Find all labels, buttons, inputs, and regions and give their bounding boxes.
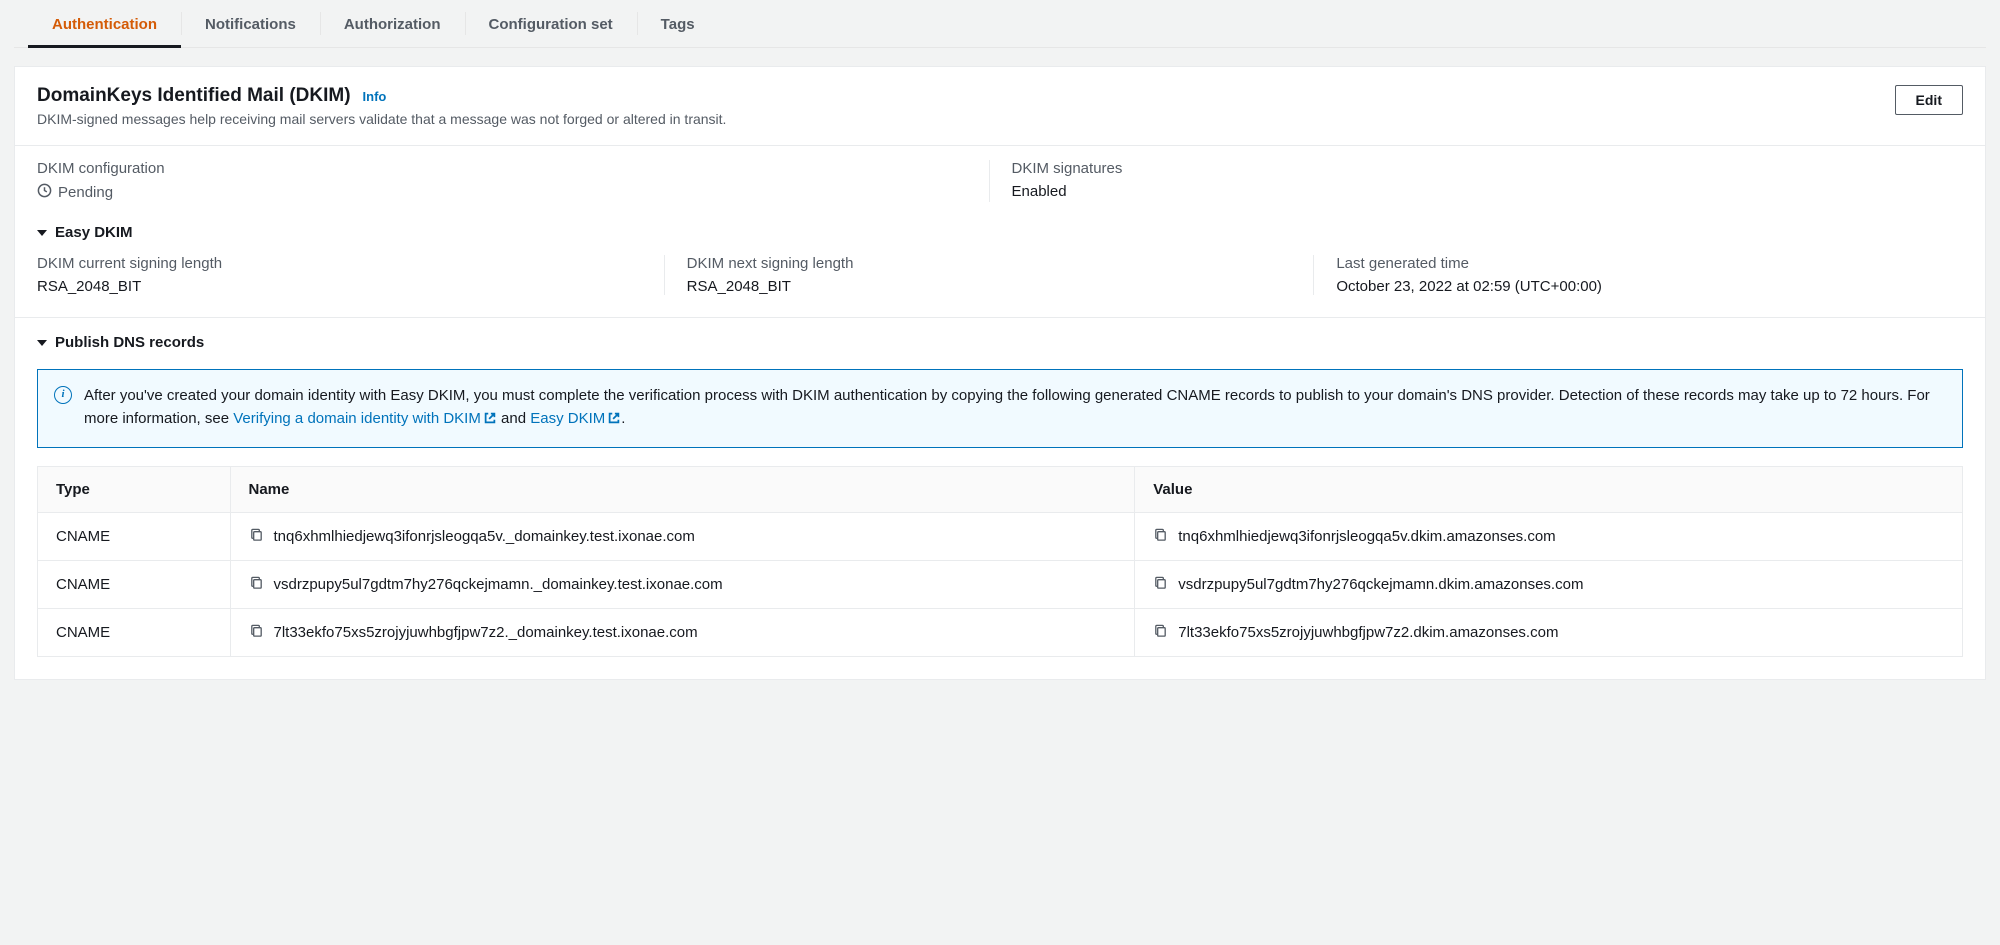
easy-dkim-title: Easy DKIM	[55, 224, 133, 241]
alert-text: .	[621, 410, 625, 427]
copy-icon[interactable]	[1153, 623, 1168, 642]
cell-type: CNAME	[38, 512, 231, 560]
tab-authorization[interactable]: Authorization	[320, 0, 465, 47]
dkim-signatures-label: DKIM signatures	[1012, 160, 1944, 177]
tab-tags[interactable]: Tags	[637, 0, 719, 47]
info-icon: i	[54, 386, 72, 404]
edit-button[interactable]: Edit	[1895, 85, 1963, 115]
cell-name: tnq6xhmlhiedjewq3ifonrjsleogqa5v._domain…	[230, 512, 1135, 560]
dns-name-text: tnq6xhmlhiedjewq3ifonrjsleogqa5v._domain…	[274, 528, 695, 545]
dkim-config-value: Pending	[58, 184, 113, 201]
copy-icon[interactable]	[249, 575, 264, 594]
dns-records-table: Type Name Value CNAME tnq6xhmlhiedjewq3if…	[37, 466, 1963, 657]
generated-time-label: Last generated time	[1336, 255, 1943, 272]
copy-icon[interactable]	[249, 527, 264, 546]
dns-value-text: tnq6xhmlhiedjewq3ifonrjsleogqa5v.dkim.am…	[1178, 528, 1555, 545]
caret-down-icon	[37, 230, 47, 236]
cell-value: 7lt33ekfo75xs5zrojyjuwhbgfjpw7z2.dkim.am…	[1135, 608, 1963, 656]
col-value: Value	[1135, 466, 1963, 512]
copy-icon[interactable]	[1153, 575, 1168, 594]
table-row: CNAME 7lt33ekfo75xs5zrojyjuwhbgfjpw7z2._d…	[38, 608, 1963, 656]
link-easy-dkim[interactable]: Easy DKIM	[530, 410, 621, 427]
easy-dkim-section: Easy DKIM DKIM current signing length RS…	[15, 224, 1985, 317]
easy-dkim-toggle[interactable]: Easy DKIM	[37, 224, 1963, 241]
dkim-summary: DKIM configuration Pending DKIM signatur…	[15, 146, 1985, 224]
table-row: CNAME vsdrzpupy5ul7gdtm7hy276qckejmamn._d…	[38, 560, 1963, 608]
table-row: CNAME tnq6xhmlhiedjewq3ifonrjsleogqa5v._d…	[38, 512, 1963, 560]
dns-name-text: vsdrzpupy5ul7gdtm7hy276qckejmamn._domain…	[274, 576, 723, 593]
cell-name: 7lt33ekfo75xs5zrojyjuwhbgfjpw7z2._domain…	[230, 608, 1135, 656]
copy-icon[interactable]	[249, 623, 264, 642]
col-name: Name	[230, 466, 1135, 512]
cell-value: tnq6xhmlhiedjewq3ifonrjsleogqa5v.dkim.am…	[1135, 512, 1963, 560]
publish-dns-toggle[interactable]: Publish DNS records	[37, 334, 1963, 351]
cell-type: CNAME	[38, 608, 231, 656]
tab-notifications[interactable]: Notifications	[181, 0, 320, 47]
dns-info-alert: i After you've created your domain ident…	[37, 369, 1963, 448]
dkim-panel: DomainKeys Identified Mail (DKIM) Info D…	[14, 66, 1986, 680]
external-link-icon	[607, 409, 621, 432]
dns-info-text: After you've created your domain identit…	[84, 384, 1946, 433]
publish-dns-title: Publish DNS records	[55, 334, 204, 351]
next-length-value: RSA_2048_BIT	[687, 278, 1294, 295]
panel-title: DomainKeys Identified Mail (DKIM)	[37, 85, 351, 107]
panel-description: DKIM-signed messages help receiving mail…	[37, 111, 726, 127]
copy-icon[interactable]	[1153, 527, 1168, 546]
tab-authentication[interactable]: Authentication	[28, 0, 181, 47]
generated-time-value: October 23, 2022 at 02:59 (UTC+00:00)	[1336, 278, 1943, 295]
dns-value-text: 7lt33ekfo75xs5zrojyjuwhbgfjpw7z2.dkim.am…	[1178, 624, 1558, 641]
cell-type: CNAME	[38, 560, 231, 608]
link-verifying-domain-identity[interactable]: Verifying a domain identity with DKIM	[233, 410, 497, 427]
col-type: Type	[38, 466, 231, 512]
caret-down-icon	[37, 340, 47, 346]
tab-bar: Authentication Notifications Authorizati…	[14, 0, 1986, 48]
cell-value: vsdrzpupy5ul7gdtm7hy276qckejmamn.dkim.am…	[1135, 560, 1963, 608]
dns-value-text: vsdrzpupy5ul7gdtm7hy276qckejmamn.dkim.am…	[1178, 576, 1583, 593]
info-link[interactable]: Info	[363, 89, 387, 104]
publish-dns-section: Publish DNS records i After you've creat…	[15, 317, 1985, 679]
cell-name: vsdrzpupy5ul7gdtm7hy276qckejmamn._domain…	[230, 560, 1135, 608]
tab-configuration-set[interactable]: Configuration set	[465, 0, 637, 47]
dkim-signatures-value: Enabled	[1012, 183, 1944, 200]
next-length-label: DKIM next signing length	[687, 255, 1294, 272]
clock-icon	[37, 183, 52, 202]
current-length-label: DKIM current signing length	[37, 255, 644, 272]
current-length-value: RSA_2048_BIT	[37, 278, 644, 295]
panel-header: DomainKeys Identified Mail (DKIM) Info D…	[15, 67, 1985, 146]
dns-name-text: 7lt33ekfo75xs5zrojyjuwhbgfjpw7z2._domain…	[274, 624, 698, 641]
alert-text: and	[501, 410, 530, 427]
external-link-icon	[483, 409, 497, 432]
dkim-config-label: DKIM configuration	[37, 160, 969, 177]
